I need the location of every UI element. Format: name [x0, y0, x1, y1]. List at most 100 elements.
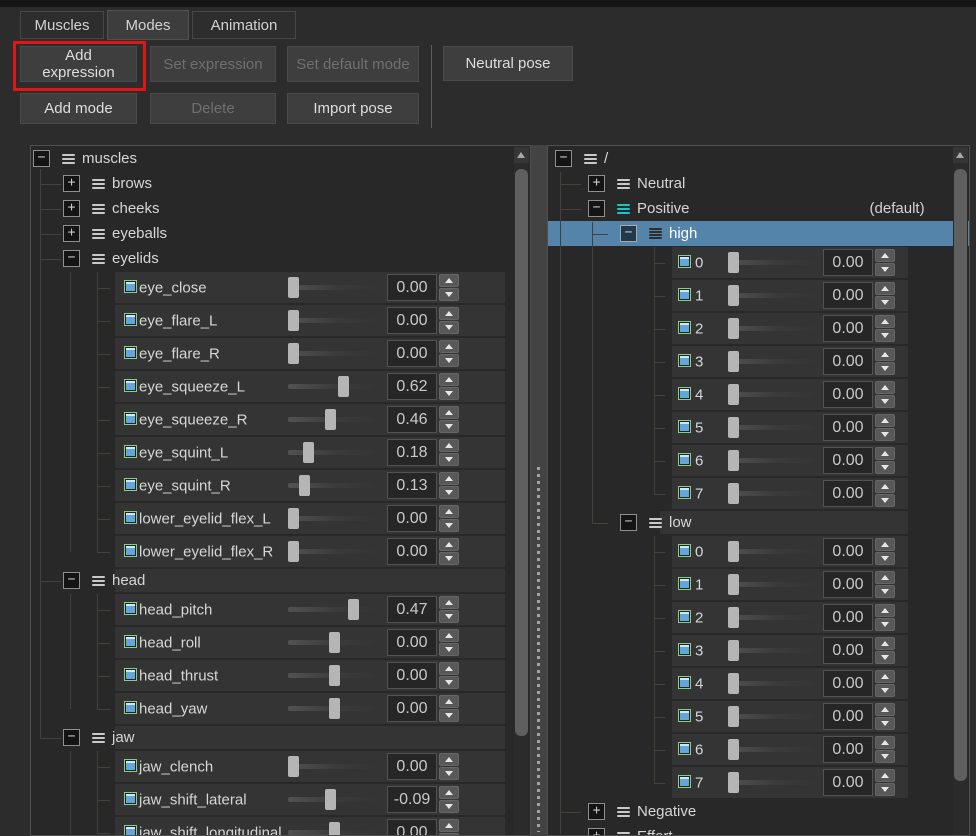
value-field[interactable]: 0.00 — [387, 307, 437, 334]
slider-track[interactable] — [728, 392, 820, 397]
slider-handle[interactable] — [288, 310, 299, 331]
tree-group-eyeballs[interactable]: +eyeballs — [31, 221, 530, 246]
slider-track[interactable] — [728, 359, 820, 364]
enabled-checkbox-icon[interactable] — [124, 379, 137, 392]
spin-up-button[interactable] — [875, 571, 895, 584]
enabled-checkbox-icon[interactable] — [124, 544, 137, 557]
scrollbar-thumb[interactable] — [515, 169, 528, 736]
slider-track[interactable] — [728, 648, 820, 653]
slider-track[interactable] — [288, 285, 380, 290]
spin-down-button[interactable] — [439, 453, 459, 466]
enabled-checkbox-icon[interactable] — [124, 346, 137, 359]
expander-toggle[interactable]: − — [620, 514, 637, 531]
spin-up-button[interactable] — [439, 786, 459, 799]
spin-up-button[interactable] — [875, 348, 895, 361]
slider-handle[interactable] — [728, 450, 739, 471]
spin-up-button[interactable] — [875, 769, 895, 782]
enabled-checkbox-icon[interactable] — [678, 255, 691, 268]
slider-track[interactable] — [288, 640, 380, 645]
slider-handle[interactable] — [728, 318, 739, 339]
tree-group-brows[interactable]: +brows — [31, 171, 530, 196]
tab-animation[interactable]: Animation — [192, 11, 296, 39]
enabled-checkbox-icon[interactable] — [678, 544, 691, 557]
slider-handle[interactable] — [728, 607, 739, 628]
spin-down-button[interactable] — [439, 387, 459, 400]
slider-track[interactable] — [728, 491, 820, 496]
add-expression-button[interactable]: Add expression — [20, 46, 137, 82]
enabled-checkbox-icon[interactable] — [124, 280, 137, 293]
slider-handle[interactable] — [338, 376, 349, 397]
slider-handle[interactable] — [325, 789, 336, 810]
spin-down-button[interactable] — [439, 676, 459, 689]
spin-up-button[interactable] — [439, 753, 459, 766]
tree-group-[interactable]: −/ — [548, 146, 969, 171]
spin-down-button[interactable] — [439, 709, 459, 722]
value-field[interactable]: 0.00 — [387, 662, 437, 689]
value-field[interactable]: 0.00 — [823, 282, 873, 309]
enabled-checkbox-icon[interactable] — [678, 321, 691, 334]
modes-panel-scrollbar[interactable] — [953, 147, 968, 836]
slider-handle[interactable] — [288, 343, 299, 364]
spin-up-button[interactable] — [875, 315, 895, 328]
value-field[interactable]: 0.00 — [823, 769, 873, 796]
spin-down-button[interactable] — [439, 354, 459, 367]
slider-track[interactable] — [728, 458, 820, 463]
scroll-up-arrow[interactable] — [953, 147, 968, 163]
spin-up-button[interactable] — [439, 274, 459, 287]
slider-track[interactable] — [288, 764, 380, 769]
scroll-up-arrow[interactable] — [514, 147, 529, 163]
spin-up-button[interactable] — [439, 340, 459, 353]
enabled-checkbox-icon[interactable] — [124, 313, 137, 326]
spin-down-button[interactable] — [439, 643, 459, 656]
tree-group-positive[interactable]: −Positive(default) — [548, 196, 969, 221]
spin-up-button[interactable] — [875, 736, 895, 749]
expander-toggle[interactable]: − — [620, 225, 637, 242]
slider-handle[interactable] — [728, 417, 739, 438]
slider-handle[interactable] — [325, 409, 336, 430]
slider-track[interactable] — [288, 417, 380, 422]
expander-toggle[interactable]: − — [63, 250, 80, 267]
spin-down-button[interactable] — [439, 519, 459, 532]
spin-up-button[interactable] — [439, 695, 459, 708]
enabled-checkbox-icon[interactable] — [124, 445, 137, 458]
enabled-checkbox-icon[interactable] — [678, 676, 691, 689]
spin-down-button[interactable] — [875, 428, 895, 441]
tab-modes[interactable]: Modes — [107, 10, 189, 40]
tree-group-jaw[interactable]: −jaw — [31, 725, 530, 750]
value-field[interactable]: 0.00 — [387, 274, 437, 301]
value-field[interactable]: 0.00 — [823, 447, 873, 474]
spin-down-button[interactable] — [875, 717, 895, 730]
value-field[interactable]: 0.00 — [387, 695, 437, 722]
spin-down-button[interactable] — [875, 263, 895, 276]
slider-track[interactable] — [288, 450, 380, 455]
slider-handle[interactable] — [329, 665, 340, 686]
enabled-checkbox-icon[interactable] — [124, 668, 137, 681]
tree-group-neutral[interactable]: +Neutral — [548, 171, 969, 196]
slider-track[interactable] — [288, 797, 380, 802]
expander-toggle[interactable]: − — [555, 150, 572, 167]
value-field[interactable]: 0.00 — [823, 604, 873, 631]
enabled-checkbox-icon[interactable] — [678, 453, 691, 466]
expander-toggle[interactable]: − — [63, 572, 80, 589]
enabled-checkbox-icon[interactable] — [124, 701, 137, 714]
enabled-checkbox-icon[interactable] — [124, 478, 137, 491]
value-field[interactable]: 0.00 — [823, 670, 873, 697]
value-field[interactable]: 0.00 — [387, 340, 437, 367]
value-field[interactable]: 0.46 — [387, 406, 437, 433]
tab-muscles[interactable]: Muscles — [20, 11, 104, 39]
spin-down-button[interactable] — [875, 783, 895, 796]
tree-group-head[interactable]: −head — [31, 568, 530, 593]
slider-track[interactable] — [728, 714, 820, 719]
slider-track[interactable] — [728, 681, 820, 686]
spin-up-button[interactable] — [875, 447, 895, 460]
slider-handle[interactable] — [329, 698, 340, 719]
expander-toggle[interactable]: + — [588, 803, 605, 820]
value-field[interactable]: 0.00 — [823, 315, 873, 342]
value-field[interactable]: 0.00 — [823, 538, 873, 565]
slider-track[interactable] — [288, 673, 380, 678]
slider-track[interactable] — [288, 706, 380, 711]
spin-down-button[interactable] — [875, 618, 895, 631]
enabled-checkbox-icon[interactable] — [124, 602, 137, 615]
enabled-checkbox-icon[interactable] — [124, 635, 137, 648]
slider-track[interactable] — [728, 425, 820, 430]
